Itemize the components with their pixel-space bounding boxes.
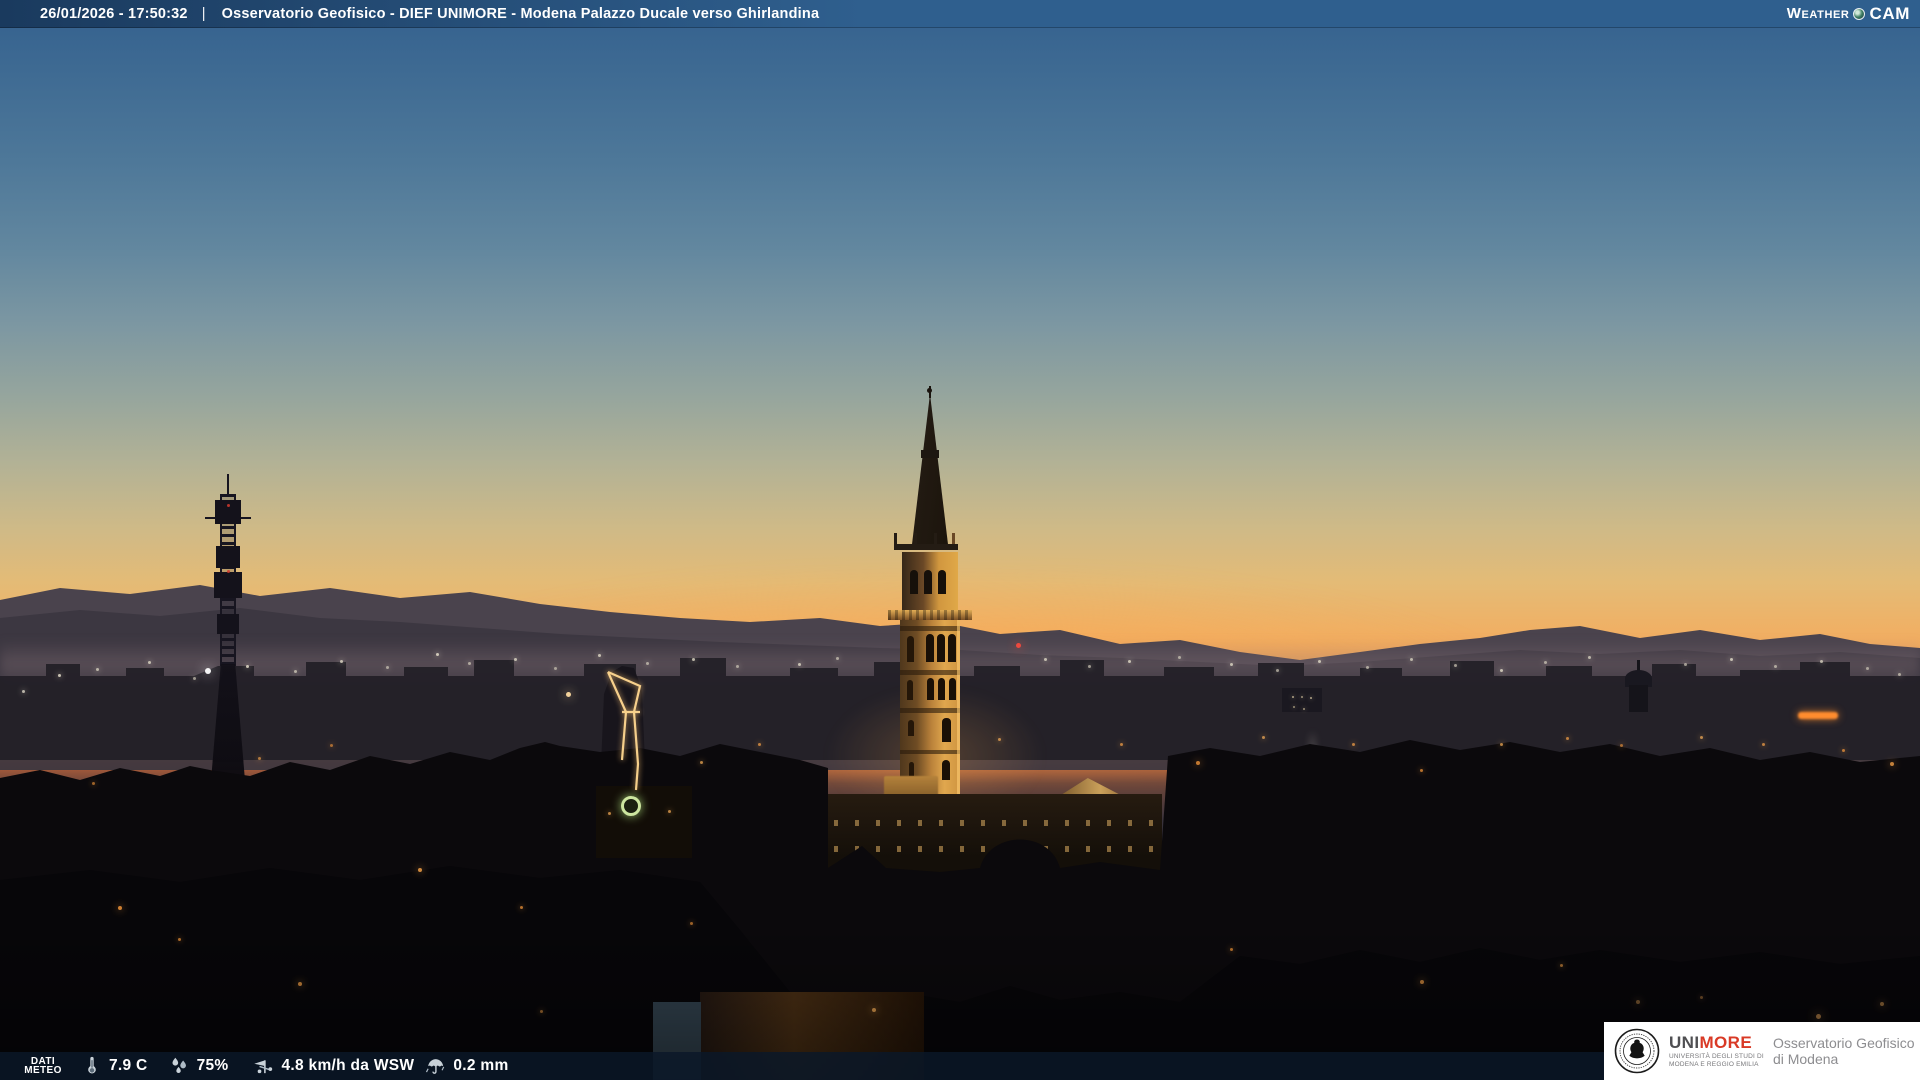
humidity-value: 75% — [196, 1057, 229, 1074]
weathercam-cam-label: CAM — [1869, 3, 1910, 23]
temperature-reading: 7.9 C — [82, 1055, 148, 1077]
unimore-seal — [1614, 1028, 1660, 1074]
meteo-label: DATI METEO — [18, 1057, 68, 1076]
foreground-rooftops — [0, 740, 1920, 1080]
humidity-icon — [172, 1057, 186, 1074]
meteo-label-line2: METEO — [24, 1065, 62, 1076]
webcam-frame: 26/01/2026 - 17:50:32 | Osservatorio Geo… — [0, 0, 1920, 1080]
weathercam-weather-label: Weather — [1786, 5, 1850, 22]
umbrella-icon — [426, 1059, 445, 1074]
clock-building — [596, 786, 692, 858]
wind-value: 4.8 km/h da WSW — [281, 1057, 415, 1074]
wind-vane-icon — [253, 1060, 272, 1074]
rain-value: 0.2 mm — [453, 1057, 509, 1074]
unimore-name: UNIMORE — [1669, 1034, 1764, 1051]
weathercam-dot-icon — [1853, 7, 1866, 20]
church-clock — [621, 796, 641, 816]
timestamp: 26/01/2026 - 17:50:32 — [40, 5, 188, 22]
unimore-subtitle-line1: UNIVERSITÀ DEGLI STUDI DI — [1669, 1053, 1764, 1060]
thermometer-icon — [88, 1056, 96, 1074]
top-info-bar: 26/01/2026 - 17:50:32 | Osservatorio Geo… — [0, 0, 1920, 28]
temperature-value: 7.9 C — [109, 1057, 148, 1074]
rain-reading: 0.2 mm — [424, 1055, 508, 1077]
unimore-wordmark: UNIMORE UNIVERSITÀ DEGLI STUDI DI MODENA… — [1669, 1034, 1764, 1068]
unimore-logo-box: UNIMORE UNIVERSITÀ DEGLI STUDI DI MODENA… — [1604, 1022, 1920, 1080]
unimore-uni: UNI — [1669, 1033, 1700, 1052]
city-scene — [0, 0, 1920, 1080]
lit-sign-streak — [1798, 712, 1838, 719]
observatory-name-line2: di Modena — [1772, 1051, 1839, 1067]
camera-title: Osservatorio Geofisico - DIEF UNIMORE - … — [221, 5, 820, 22]
unimore-seal-icon — [1614, 1028, 1660, 1074]
unimore-subtitle-line2: MODENA E REGGIO EMILIA — [1669, 1060, 1759, 1068]
caption-separator: | — [201, 5, 206, 22]
observatory-name: Osservatorio Geofisico di Modena — [1773, 1035, 1915, 1067]
unimore-more: MORE — [1699, 1033, 1753, 1052]
unimore-subtitle: UNIVERSITÀ DEGLI STUDI DI MODENA E REGGI… — [1669, 1053, 1764, 1068]
observatory-name-line1: Osservatorio Geofisico — [1772, 1035, 1915, 1051]
humidity-reading: 75% — [168, 1055, 229, 1077]
camera-caption: 26/01/2026 - 17:50:32 | Osservatorio Geo… — [0, 6, 819, 22]
wind-reading: 4.8 km/h da WSW — [251, 1055, 415, 1077]
weathercam-logo: Weather CAM — [1787, 4, 1910, 24]
